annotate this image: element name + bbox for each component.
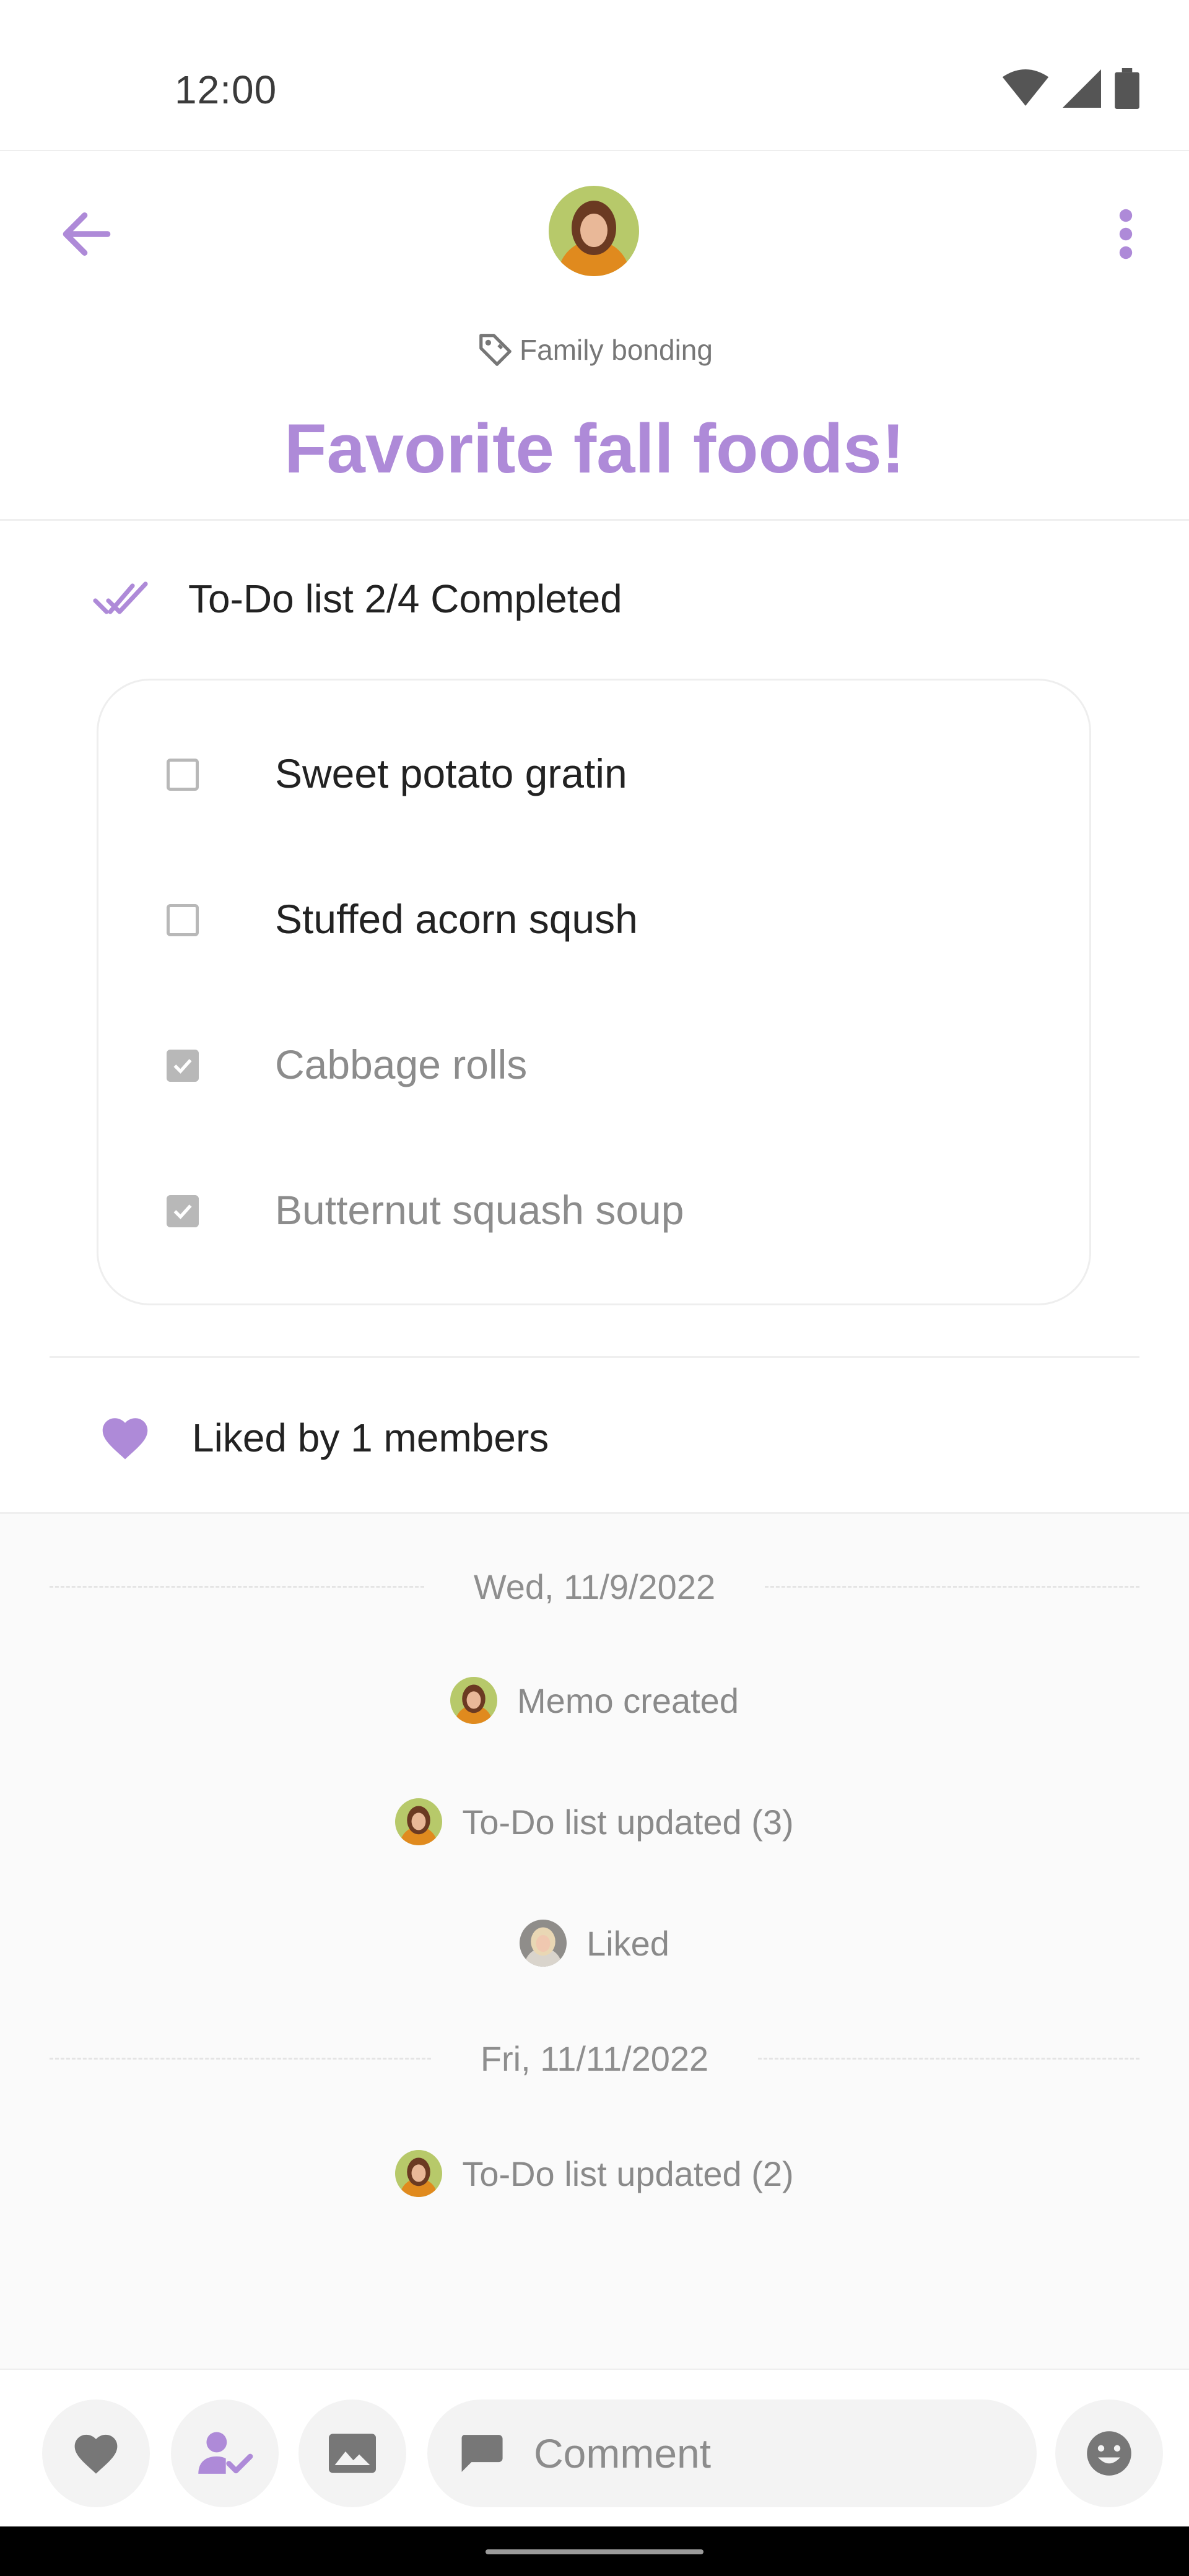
- more-vert-icon: [1119, 209, 1133, 259]
- todo-item-label: Stuffed acorn sqush: [275, 896, 638, 942]
- date-label: Fri, 11/11/2022: [480, 2039, 709, 2078]
- check-icon: [173, 1204, 192, 1219]
- emoji-icon: [1087, 2431, 1131, 2476]
- avatar-image: [549, 186, 639, 276]
- battery-icon: [1115, 68, 1139, 109]
- activity-event: To-Do list updated (3): [0, 1798, 1189, 1845]
- comment-icon: [461, 2435, 503, 2472]
- todo-item[interactable]: [167, 1195, 199, 1227]
- page-title: Favorite fall foods!: [284, 410, 905, 487]
- todo-item-label: Sweet potato gratin: [275, 751, 627, 796]
- like-button[interactable]: [42, 2400, 150, 2507]
- comment-input[interactable]: Comment: [427, 2400, 1037, 2507]
- checkbox-unchecked[interactable]: [167, 904, 199, 936]
- checkbox-unchecked[interactable]: [167, 759, 199, 791]
- more-options-button[interactable]: [1094, 202, 1158, 266]
- assign-button[interactable]: [171, 2400, 279, 2507]
- activity-event: Memo created: [0, 1677, 1189, 1724]
- divider: [50, 1356, 1139, 1358]
- date-separator: Fri, 11/11/2022: [50, 2039, 1139, 2079]
- image-icon: [329, 2434, 376, 2473]
- todo-item[interactable]: [167, 904, 199, 936]
- todo-list-card: Sweet potato gratin Stuffed acorn sqush …: [97, 679, 1091, 1305]
- top-divider: [0, 150, 1189, 151]
- section-divider: [0, 519, 1189, 521]
- event-text: Memo created: [517, 1681, 739, 1720]
- category-tag[interactable]: Family bonding: [0, 331, 1189, 369]
- wifi-icon: [1002, 69, 1049, 106]
- emoji-button[interactable]: [1055, 2400, 1163, 2507]
- done-all-icon: [93, 581, 148, 614]
- date-separator: Wed, 11/9/2022: [50, 1567, 1140, 1607]
- todo-item-label: Butternut squash soup: [275, 1187, 684, 1233]
- check-icon: [173, 1059, 192, 1074]
- arrow-left-icon: [63, 212, 111, 256]
- avatar: [395, 1798, 443, 1845]
- heart-icon: [102, 1418, 148, 1460]
- avatar: [450, 1677, 498, 1724]
- checkbox-checked[interactable]: [167, 1195, 199, 1227]
- todo-summary-text: To-Do list 2/4 Completed: [188, 577, 622, 621]
- status-icons: [1002, 68, 1139, 109]
- composer-bar: Comment: [0, 2369, 1189, 2528]
- heart-icon: [74, 2434, 118, 2474]
- likes-text: Liked by 1 members: [192, 1416, 549, 1460]
- comment-placeholder: Comment: [534, 2430, 712, 2476]
- event-text: To-Do list updated (2): [462, 2154, 794, 2193]
- todo-item-label: Cabbage rolls: [275, 1042, 528, 1087]
- back-button[interactable]: [54, 202, 119, 266]
- author-avatar[interactable]: [549, 186, 639, 276]
- todo-summary: To-Do list 2/4 Completed: [93, 576, 622, 622]
- person-check-icon: [198, 2432, 253, 2474]
- avatar: [520, 1920, 567, 1967]
- status-time: 12:00: [175, 67, 277, 112]
- home-handle[interactable]: [486, 2549, 703, 2554]
- activity-event: Liked: [0, 1920, 1189, 1967]
- signal-icon: [1063, 69, 1101, 108]
- checkbox-checked[interactable]: [167, 1050, 199, 1082]
- avatar: [395, 2150, 443, 2197]
- event-text: To-Do list updated (3): [462, 1802, 794, 1842]
- todo-item[interactable]: [167, 1050, 199, 1082]
- tag-label: Family bonding: [520, 334, 713, 366]
- event-text: Liked: [586, 1923, 669, 1963]
- todo-item[interactable]: [167, 759, 199, 791]
- tag-icon: [479, 334, 512, 366]
- likes-row[interactable]: Liked by 1 members: [99, 1414, 549, 1461]
- image-button[interactable]: [298, 2400, 406, 2507]
- date-label: Wed, 11/9/2022: [473, 1567, 716, 1606]
- activity-event: To-Do list updated (2): [0, 2150, 1189, 2197]
